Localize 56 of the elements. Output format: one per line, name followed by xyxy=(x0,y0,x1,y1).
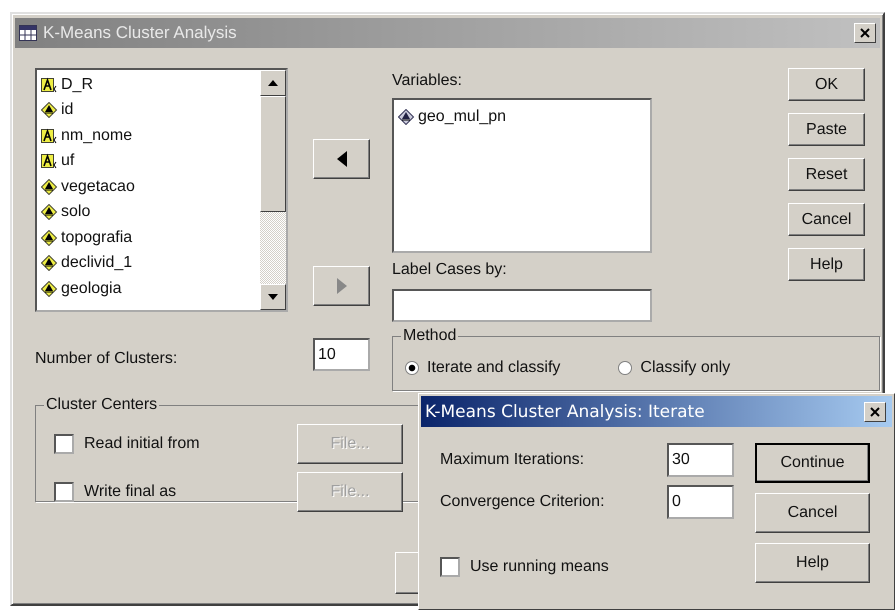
string-variable-icon xyxy=(41,76,58,93)
string-variable-icon xyxy=(41,128,58,144)
radio-option[interactable]: Classify only xyxy=(618,359,730,377)
close-icon xyxy=(870,406,880,416)
list-item[interactable]: nm_nome xyxy=(37,123,260,148)
list-item[interactable]: geo_mul_pn xyxy=(394,104,650,130)
string-variable-icon xyxy=(41,153,58,170)
scroll-thumb[interactable] xyxy=(260,96,286,212)
list-item[interactable]: D_R xyxy=(37,72,260,98)
close-button[interactable] xyxy=(864,402,886,422)
dialog-button[interactable]: Continue xyxy=(755,443,870,483)
dialog-button[interactable]: Cancel xyxy=(788,203,865,236)
grid-icon xyxy=(19,25,37,41)
number-of-clusters-field[interactable]: 10 xyxy=(313,338,370,371)
move-button[interactable] xyxy=(313,139,370,179)
scale-variable-icon xyxy=(41,178,58,195)
label-cases-field[interactable] xyxy=(392,289,652,322)
scroll-down-button[interactable] xyxy=(260,284,286,310)
close-button[interactable] xyxy=(854,23,876,43)
up-arrow-icon xyxy=(268,80,278,86)
list-item[interactable]: uf xyxy=(37,148,260,174)
list-item[interactable]: vegetacao xyxy=(37,174,260,200)
scale-variable-icon xyxy=(41,102,58,118)
list-item[interactable]: geologia xyxy=(37,276,260,302)
number-field[interactable]: 0 xyxy=(667,485,734,519)
scale-variable-icon xyxy=(41,230,58,246)
dialog-button[interactable]: Help xyxy=(755,543,870,583)
field-label: Maximum Iterations: xyxy=(440,451,584,469)
radio-option[interactable]: Iterate and classify xyxy=(405,359,560,377)
list-item[interactable]: topografia xyxy=(37,225,260,250)
close-icon xyxy=(860,28,870,38)
right-arrow-icon xyxy=(336,278,346,294)
left-arrow-icon xyxy=(336,151,346,167)
list-item[interactable]: id xyxy=(37,98,260,123)
dialog-button[interactable]: Cancel xyxy=(755,493,870,533)
scale-variable-icon xyxy=(41,204,58,220)
list-item[interactable]: declivid_1 xyxy=(37,250,260,276)
number-of-clusters-label: Number of Clusters: xyxy=(35,350,178,368)
label-cases-label: Label Cases by: xyxy=(392,261,508,279)
dialog-button[interactable]: Paste xyxy=(788,113,865,146)
window-title: K-Means Cluster Analysis xyxy=(43,23,238,43)
dialog-button[interactable]: Help xyxy=(788,248,865,281)
dialog-button[interactable]: Reset xyxy=(788,158,865,191)
number-field[interactable]: 30 xyxy=(667,443,734,477)
scroll-up-button[interactable] xyxy=(260,70,286,96)
window-title: K-Means Cluster Analysis: Iterate xyxy=(425,402,706,422)
down-arrow-icon xyxy=(268,294,278,300)
dialog-button[interactable]: OK xyxy=(788,68,865,101)
variables-label: Variables: xyxy=(392,72,463,90)
scale-variable-icon xyxy=(41,255,58,272)
scale-variable-icon xyxy=(398,108,415,125)
scrollbar[interactable] xyxy=(260,70,286,310)
list-item[interactable]: solo xyxy=(37,200,260,225)
field-label: Convergence Criterion: xyxy=(440,493,605,511)
checkbox-option[interactable]: Use running means xyxy=(440,557,755,577)
scale-variable-icon xyxy=(41,280,58,297)
